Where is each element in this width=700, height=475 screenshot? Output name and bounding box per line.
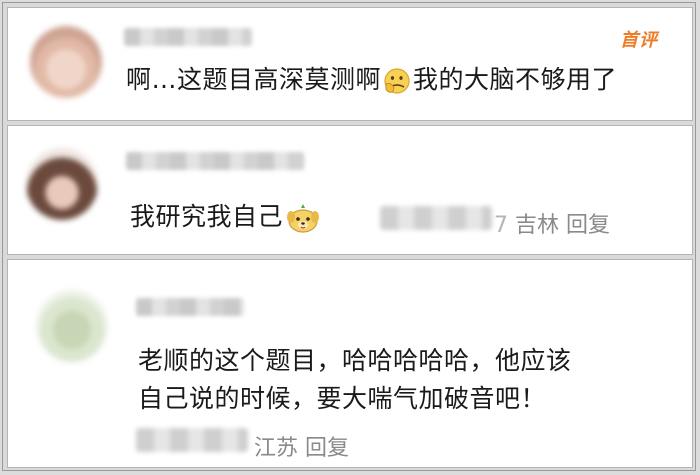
- meta-suffix: 7: [494, 213, 508, 238]
- reply-button[interactable]: 回复: [305, 436, 349, 461]
- location-label: 江苏: [254, 436, 299, 461]
- comment-text: 老顺的这个题目，哈哈哈哈哈，他应该 自己说的时候，要大喘气加破音吧！: [138, 342, 572, 418]
- comment-meta: 7 吉林 回复: [494, 207, 610, 239]
- avatar[interactable]: [26, 148, 98, 220]
- timestamp-blurred: [136, 428, 248, 452]
- comment-text-line: 自己说的时候，要大喘气加破音吧！: [138, 384, 547, 413]
- first-comment-badge: 首评: [620, 30, 658, 51]
- comment-card: 我研究我自己 7 吉林 回复: [7, 125, 693, 255]
- comment-card: 老顺的这个题目，哈哈哈哈哈，他应该 自己说的时候，要大喘气加破音吧！ 江苏 回复: [7, 259, 693, 468]
- comment-meta: 江苏 回复: [254, 430, 349, 462]
- comment-card: 首评 啊…这题目高深莫测啊 我的大脑不够用了: [7, 7, 693, 121]
- avatar[interactable]: [36, 290, 108, 362]
- thinking-emoji-icon: [384, 68, 410, 94]
- username-blurred[interactable]: [136, 298, 244, 316]
- comment-text-part: 我的大脑不够用了: [413, 65, 618, 94]
- comment-text-part: 我研究我自己: [130, 202, 284, 231]
- location-label: 吉林: [515, 213, 560, 238]
- comment-text-line: 老顺的这个题目，哈哈哈哈哈，他应该: [138, 346, 572, 375]
- comment-text: 啊…这题目高深莫测啊 我的大脑不够用了: [126, 63, 617, 97]
- reply-button[interactable]: 回复: [566, 213, 610, 238]
- dog-emoji-icon: [287, 204, 320, 233]
- comment-feed: 首评 啊…这题目高深莫测啊 我的大脑不够用了 我研究我自己 7 吉林 回复 老顺的…: [2, 2, 696, 471]
- username-blurred[interactable]: [126, 152, 304, 170]
- comment-text: 我研究我自己: [130, 200, 323, 234]
- timestamp-blurred: [380, 206, 492, 230]
- avatar[interactable]: [30, 26, 102, 98]
- comment-text-part: 啊…这题目高深莫测啊: [126, 65, 382, 94]
- username-blurred[interactable]: [124, 28, 252, 46]
